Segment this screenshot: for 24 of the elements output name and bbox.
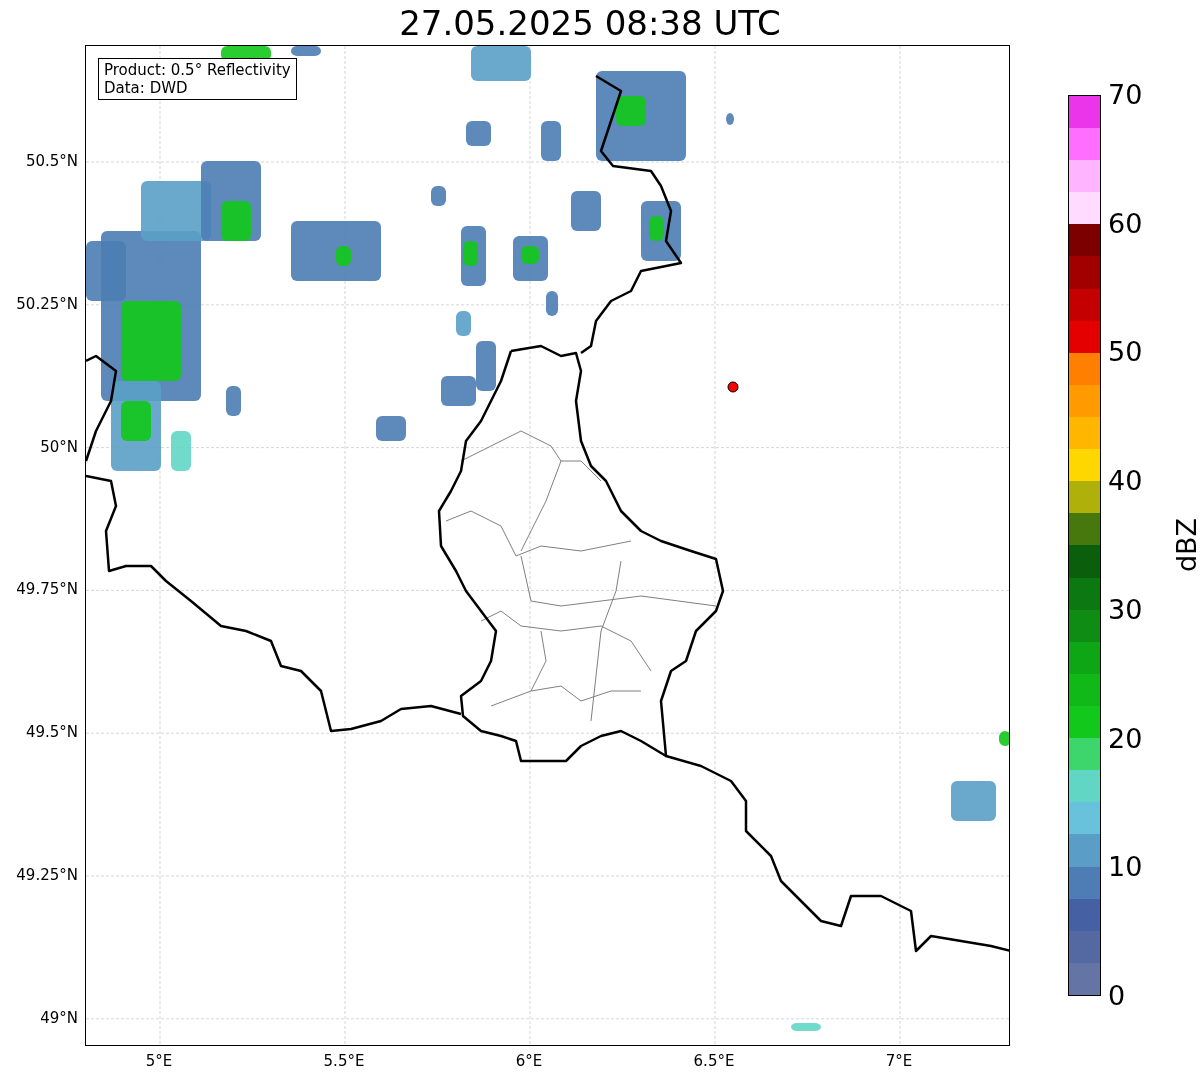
longitude-label: 5.5°E [323, 1052, 365, 1070]
latitude-label: 50°N [40, 437, 78, 456]
latitude-label: 50.25°N [16, 294, 78, 313]
longitude-label: 7°E [885, 1052, 913, 1070]
colorbar-tick-label: 20 [1108, 723, 1143, 754]
longitude-label: 6.5°E [693, 1052, 735, 1070]
colorbar-tick-label: 10 [1108, 852, 1143, 883]
latitude-label: 49.25°N [16, 866, 78, 884]
colorbar-tick-label: 30 [1108, 594, 1143, 625]
colorbar-tick-label: 40 [1108, 466, 1143, 497]
legend-text: Data: DWD [104, 79, 189, 97]
longitude-label: 6°E [515, 1052, 543, 1070]
latitude-label: 49.75°N [16, 580, 78, 599]
latitude-label: 50.5°N [25, 152, 78, 170]
chart-title: 27.05.2025 08:38 UTC [399, 2, 781, 45]
colorbar-label: dBZ [1172, 517, 1202, 573]
legend-text: Product: 0.5° Reflectivity [104, 61, 291, 79]
colorbar-tick-label: 70 [1108, 80, 1143, 110]
longitude-label: 5°E [145, 1052, 173, 1070]
colorbar-tick-label: 0 [1108, 981, 1126, 1011]
colorbar-tick-label: 60 [1108, 208, 1143, 239]
latitude-label: 49°N [40, 1008, 78, 1027]
colorbar-tick-label: 50 [1108, 337, 1143, 368]
latitude-label: 49.5°N [25, 723, 78, 742]
